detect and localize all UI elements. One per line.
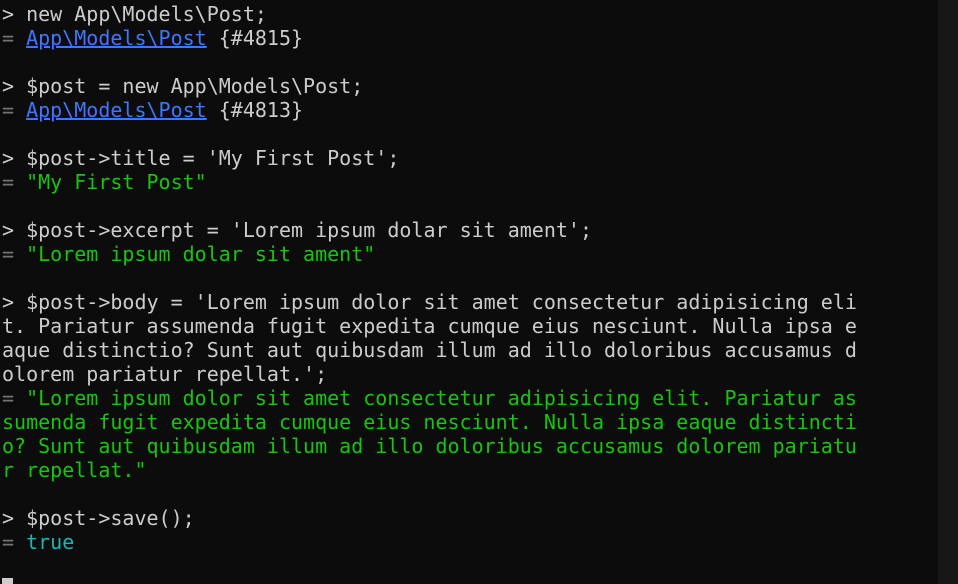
command-continuation: t. Pariatur assumenda fugit expedita cum… (2, 314, 857, 338)
command-line: > $post = new App\Models\Post; (2, 74, 932, 98)
result-line: = App\Models\Post {#4813} (2, 98, 932, 122)
string-result: "Lorem ipsum dolor sit amet consectetur … (26, 386, 857, 410)
result-continuation: r repellat." (2, 458, 147, 482)
result-marker: = (2, 170, 15, 194)
prompt-symbol: > (2, 146, 15, 170)
prompt-symbol: > (2, 2, 15, 26)
string-result: "Lorem ipsum dolar sit ament" (26, 242, 376, 266)
result-line: = "Lorem ipsum dolar sit ament" (2, 242, 932, 266)
result-marker: = (2, 530, 15, 554)
result-continuation: sumenda fugit expedita cumque eius nesci… (2, 410, 857, 434)
tinker-session-output: > new App\Models\Post; = App\Models\Post… (2, 2, 932, 554)
string-result: "My First Post" (26, 170, 207, 194)
class-link[interactable]: App\Models\Post (26, 98, 207, 122)
terminal-window[interactable]: > new App\Models\Post; = App\Models\Post… (0, 0, 958, 584)
result-line: = "Lorem ipsum dolor sit amet consectetu… (2, 386, 932, 410)
result-marker: = (2, 242, 15, 266)
command-line: > $post->body = 'Lorem ipsum dolor sit a… (2, 290, 932, 314)
result-continuation: o? Sunt aut quibusdam illum ad illo dolo… (2, 434, 857, 458)
command-text: new App\Models\Post; (14, 2, 267, 26)
command-text: $post = new App\Models\Post; (14, 74, 364, 98)
result-line: = "My First Post" (2, 170, 932, 194)
object-id: {#4813} (206, 98, 304, 122)
command-text: $post->title = 'My First Post'; (14, 146, 400, 170)
prompt-symbol: > (2, 74, 15, 98)
command-continuation: olorem pariatur repellat.'; (2, 362, 328, 386)
prompt-symbol: > (2, 290, 15, 314)
result-marker: = (2, 26, 15, 50)
object-id: {#4815} (206, 26, 304, 50)
result-marker: = (2, 98, 15, 122)
command-line: > $post->title = 'My First Post'; (2, 146, 932, 170)
result-line: = App\Models\Post {#4815} (2, 26, 932, 50)
result-line: = true (2, 530, 932, 554)
boolean-result: true (26, 530, 75, 554)
result-marker: = (2, 386, 15, 410)
command-line: > new App\Models\Post; (2, 2, 932, 26)
command-continuation: aque distinctio? Sunt aut quibusdam illu… (2, 338, 857, 362)
prompt-symbol: > (2, 218, 15, 242)
command-text: $post->body = 'Lorem ipsum dolor sit ame… (14, 290, 857, 314)
text-cursor (2, 578, 13, 584)
scrollbar[interactable] (938, 0, 958, 584)
command-line: > $post->save(); (2, 506, 932, 530)
prompt-symbol: > (2, 506, 15, 530)
command-text: $post->save(); (14, 506, 195, 530)
command-line: > $post->excerpt = 'Lorem ipsum dolar si… (2, 218, 932, 242)
command-text: $post->excerpt = 'Lorem ipsum dolar sit … (14, 218, 593, 242)
scrollbar-thumb[interactable] (938, 0, 958, 584)
class-link[interactable]: App\Models\Post (26, 26, 207, 50)
